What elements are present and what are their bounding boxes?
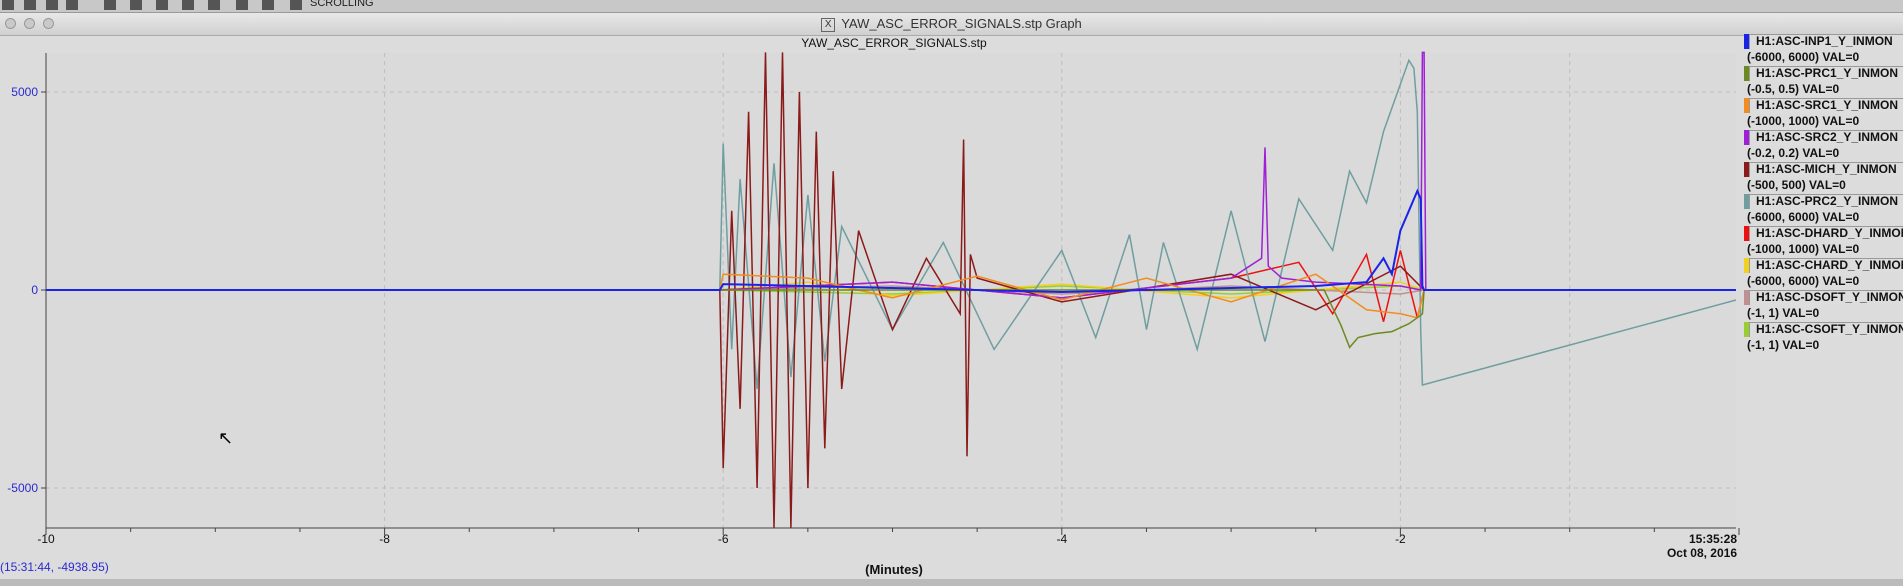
- y-tick-label: 5000: [11, 85, 38, 99]
- toolbar-button[interactable]: [208, 0, 220, 10]
- x-tick-label: -10: [37, 532, 55, 546]
- legend-channel-name: H1:ASC-SRC1_Y_INMON: [1756, 98, 1899, 112]
- toolbar-button[interactable]: [236, 0, 248, 10]
- scrolling-label: SCROLLING: [310, 0, 374, 9]
- y-tick-label: -5000: [7, 481, 38, 495]
- legend-entry[interactable]: H1:ASC-PRC1_Y_INMON (-0.5, 0.5) VAL=0: [1742, 66, 1903, 98]
- mouse-pointer-icon: ↖: [218, 428, 234, 448]
- toolbar-button[interactable]: [2, 0, 14, 10]
- chart-title: YAW_ASC_ERROR_SIGNALS.stp: [801, 36, 987, 50]
- toolbar-button[interactable]: [290, 0, 302, 10]
- legend-channel-range: (-6000, 6000) VAL=0: [1747, 50, 1860, 64]
- toolbar-button[interactable]: [66, 0, 78, 10]
- legend-channel-range: (-1, 1) VAL=0: [1747, 306, 1820, 320]
- legend-entry[interactable]: H1:ASC-SRC2_Y_INMON (-0.2, 0.2) VAL=0: [1742, 130, 1903, 162]
- toolbar-button[interactable]: [130, 0, 142, 10]
- toolbar-button[interactable]: [182, 0, 194, 10]
- legend-channel-name: H1:ASC-PRC2_Y_INMON: [1756, 194, 1899, 208]
- window-title-text: YAW_ASC_ERROR_SIGNALS.stp Graph: [841, 16, 1082, 31]
- legend-channel-range: (-0.2, 0.2) VAL=0: [1747, 146, 1840, 160]
- legend-channel-name: H1:ASC-MICH_Y_INMON: [1756, 162, 1897, 176]
- toolbar-button[interactable]: [24, 0, 36, 10]
- legend-entry[interactable]: H1:ASC-DSOFT_Y_INMON (-1, 1) VAL=0: [1742, 290, 1903, 322]
- legend-channel-name: H1:ASC-PRC1_Y_INMON: [1756, 66, 1899, 80]
- legend-channel-range: (-1000, 1000) VAL=0: [1747, 242, 1860, 256]
- toolbar-button[interactable]: [104, 0, 116, 10]
- strip-chart[interactable]: -5000 0 5000 -10 -8 -6 -4 -2 15:35:28Oct 08, 201…: [0, 36, 1742, 579]
- toolbar-button[interactable]: [262, 0, 274, 10]
- legend-entry[interactable]: H1:ASC-SRC1_Y_INMON (-1000, 1000) VAL=0: [1742, 98, 1903, 130]
- y-tick-label: 0: [31, 283, 38, 297]
- legend-entry[interactable]: H1:ASC-MICH_Y_INMON (-500, 500) VAL=0: [1742, 162, 1903, 194]
- x-axis-label: (Minutes): [865, 562, 923, 577]
- bottom-toolbar: [0, 579, 1903, 586]
- legend-channel-range: (-500, 500) VAL=0: [1747, 178, 1846, 192]
- x11-icon: X: [821, 17, 836, 32]
- legend-channel-name: H1:ASC-DHARD_Y_INMON: [1756, 226, 1903, 240]
- legend-channel-range: (-0.5, 0.5) VAL=0: [1747, 82, 1840, 96]
- legend-entry[interactable]: H1:ASC-CHARD_Y_INMON (-6000, 6000) VAL=0: [1742, 258, 1903, 290]
- legend: H1:ASC-INP1_Y_INMON (-6000, 6000) VAL=0 H1…: [1742, 34, 1903, 354]
- legend-channel-range: (-1, 1) VAL=0: [1747, 338, 1820, 352]
- legend-channel-range: (-1000, 1000) VAL=0: [1747, 114, 1860, 128]
- legend-channel-name: H1:ASC-INP1_Y_INMON: [1756, 34, 1893, 48]
- legend-channel-name: H1:ASC-SRC2_Y_INMON: [1756, 130, 1899, 144]
- toolbar: SCROLLING: [0, 0, 1903, 13]
- end-time-label: 15:35:28: [1689, 532, 1737, 546]
- legend-channel-range: (-6000, 6000) VAL=0: [1747, 210, 1860, 224]
- legend-entry[interactable]: H1:ASC-INP1_Y_INMON (-6000, 6000) VAL=0: [1742, 34, 1903, 66]
- cursor-coordinate-readout: (15:31:44, -4938.95): [0, 560, 109, 574]
- x-tick-label: -8: [379, 532, 390, 546]
- x-tick-label: -4: [1056, 532, 1067, 546]
- toolbar-button[interactable]: [156, 0, 168, 10]
- legend-entry[interactable]: H1:ASC-DHARD_Y_INMON (-1000, 1000) VAL=0: [1742, 226, 1903, 258]
- legend-entry[interactable]: H1:ASC-CSOFT_Y_INMON (-1, 1) VAL=0: [1742, 322, 1903, 354]
- toolbar-button[interactable]: [46, 0, 58, 10]
- legend-channel-name: H1:ASC-DSOFT_Y_INMON: [1756, 290, 1903, 304]
- x-tick-label: -2: [1395, 532, 1406, 546]
- legend-channel-range: (-6000, 6000) VAL=0: [1747, 274, 1860, 288]
- legend-channel-name: H1:ASC-CSOFT_Y_INMON: [1756, 322, 1903, 336]
- end-date-label: Oct 08, 2016: [1667, 546, 1737, 560]
- legend-channel-name: H1:ASC-CHARD_Y_INMON: [1756, 258, 1903, 272]
- legend-entry[interactable]: H1:ASC-PRC2_Y_INMON (-6000, 6000) VAL=0: [1742, 194, 1903, 226]
- window-title: X YAW_ASC_ERROR_SIGNALS.stp Graph: [0, 16, 1903, 32]
- window-titlebar: X YAW_ASC_ERROR_SIGNALS.stp Graph: [0, 13, 1903, 36]
- x-tick-label: -6: [718, 532, 729, 546]
